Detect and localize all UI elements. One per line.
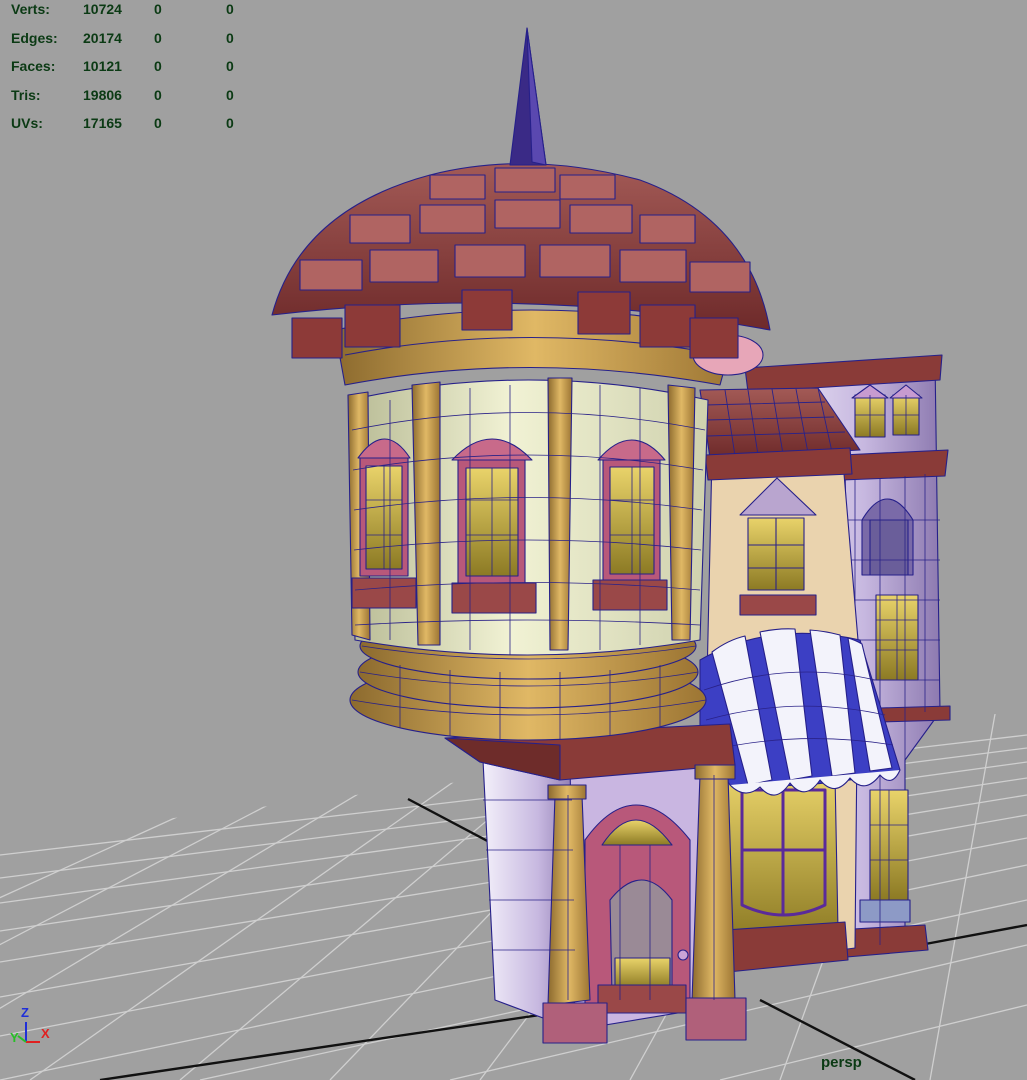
camera-name-label: persp xyxy=(821,1054,862,1071)
hud-count: 19806 xyxy=(83,86,122,103)
hud-count: 17165 xyxy=(83,115,122,132)
axis-z-label: Z xyxy=(21,1005,29,1020)
hud-count: 20174 xyxy=(83,29,122,46)
hud-row-edges: Edges: 20174 0 0 xyxy=(11,29,251,58)
hud-selected: 0 xyxy=(154,29,162,46)
hud-selected: 0 xyxy=(154,86,162,103)
hud-label: UVs: xyxy=(11,115,43,132)
hud-label: Tris: xyxy=(11,86,41,103)
hud-row-tris: Tris: 19806 0 0 xyxy=(11,86,251,115)
hud-extra: 0 xyxy=(226,1,234,17)
hud-row-uvs: UVs: 17165 0 0 xyxy=(11,114,251,143)
hud-selected: 0 xyxy=(154,115,162,132)
hud-extra: 0 xyxy=(226,58,234,75)
axis-y-label: Y xyxy=(10,1030,19,1045)
hud-label: Edges: xyxy=(11,29,58,46)
hud-label: Verts: xyxy=(11,1,50,17)
hud-selected: 0 xyxy=(154,58,162,75)
hud-count: 10121 xyxy=(83,58,122,75)
tower-drum xyxy=(347,377,709,741)
hud-extra: 0 xyxy=(226,29,234,46)
hud-extra: 0 xyxy=(226,115,234,132)
hud-selected: 0 xyxy=(154,1,162,17)
hud-count: 10724 xyxy=(83,1,122,17)
hud-extra: 0 xyxy=(226,86,234,103)
poly-count-hud: Verts: 10724 0 0 Edges: 20174 0 0 Faces:… xyxy=(11,0,251,143)
axis-gizmo: Z X Y xyxy=(6,1004,56,1054)
axis-x-label: X xyxy=(41,1026,50,1041)
hud-row-verts: Verts: 10724 0 0 xyxy=(11,0,251,29)
hud-row-faces: Faces: 10121 0 0 xyxy=(11,57,251,86)
hud-label: Faces: xyxy=(11,58,56,75)
perspective-viewport[interactable] xyxy=(0,0,1027,1080)
